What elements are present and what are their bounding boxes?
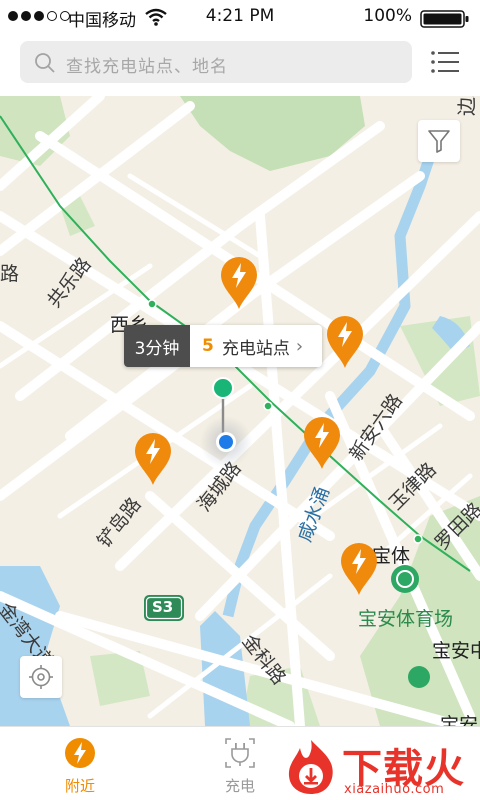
station-pin[interactable] <box>326 315 364 369</box>
battery-percent: 100% <box>363 6 412 26</box>
search-header: 查找充电站点、地名 <box>0 36 480 96</box>
filter-button[interactable] <box>418 120 460 162</box>
map-label-s3: S3 <box>152 598 174 616</box>
watermark-site: xiazaihuo.com <box>344 782 445 797</box>
station-pin[interactable] <box>220 256 258 310</box>
watermark-logo: 下载火 xiazaihuo.com <box>282 736 478 798</box>
route-duration: 3分钟 <box>124 325 190 367</box>
station-pin[interactable] <box>303 416 341 470</box>
route-info-bubble[interactable]: 3分钟 5 充电站点 › <box>124 325 322 367</box>
map-base <box>0 96 480 726</box>
map-label-baoan-partial: 宝安 <box>440 714 479 726</box>
station-count-label: 充电站点 <box>221 338 290 359</box>
chevron-right-icon: › <box>295 335 304 357</box>
map-label-edge-left: 路 <box>0 263 20 285</box>
tab-nearby[interactable]: 附近 <box>20 727 140 800</box>
lightning-icon <box>65 738 95 768</box>
map-label-edge-top-right: 边路 <box>456 96 478 116</box>
list-icon[interactable] <box>430 49 460 75</box>
station-pin[interactable] <box>134 432 172 486</box>
nearby-stations-link[interactable]: 5 充电站点 › <box>190 325 322 367</box>
locate-button[interactable] <box>20 656 62 698</box>
status-bar: 中国移动 4:21 PM 100% <box>0 0 480 36</box>
flame-logo-icon <box>288 740 333 794</box>
locate-icon <box>29 665 53 689</box>
my-location-icon <box>200 416 252 468</box>
search-input[interactable]: 查找充电站点、地名 <box>20 41 412 83</box>
filter-icon <box>428 130 450 153</box>
plug-icon <box>225 738 255 768</box>
station-count: 5 <box>202 336 214 356</box>
battery-icon <box>420 10 469 28</box>
tab-nearby-label: 附近 <box>64 777 95 795</box>
search-icon <box>35 53 55 73</box>
station-pin[interactable] <box>340 542 378 596</box>
map-label-baoan-center: 宝安中 <box>432 640 480 662</box>
map-view[interactable]: 共乐路 西乡 海城路 铲岛路 咸水涌 新安六路 玉律路 罗田路 宝体 宝安体育场… <box>0 96 480 726</box>
search-placeholder: 查找充电站点、地名 <box>66 57 228 77</box>
map-label-baoan-stadium: 宝安体育场 <box>358 608 454 630</box>
